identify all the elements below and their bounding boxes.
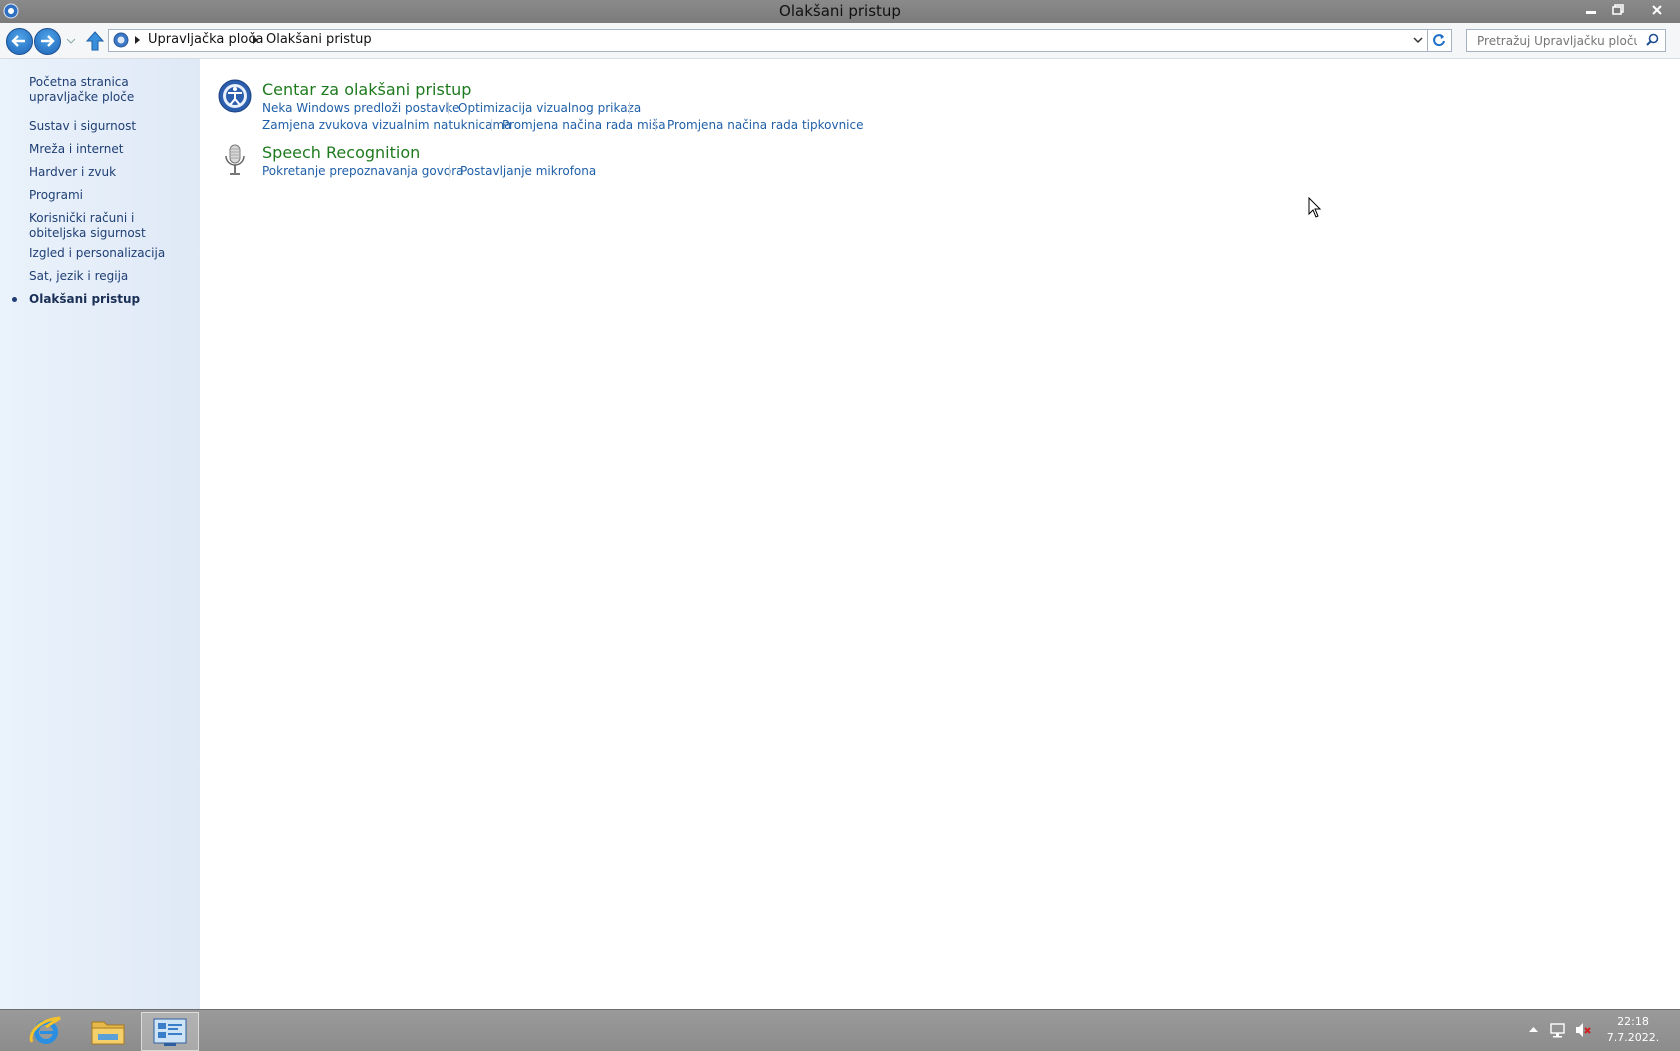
link-set-up-microphone[interactable]: Postavljanje mikrofona — [460, 164, 596, 178]
category-title-ease-of-access-center[interactable]: Centar za olakšani pristup — [262, 80, 471, 99]
sidebar-item-clock-language-region[interactable]: Sat, jezik i regija — [29, 269, 194, 284]
link-change-keyboard-settings[interactable]: Promjena načina rada tipkovnice — [667, 118, 864, 132]
search-input[interactable] — [1475, 32, 1639, 50]
clock-date: 7.7.2022. — [1606, 1031, 1660, 1044]
sidebar-item-appearance[interactable]: Izgled i personalizacija — [29, 246, 194, 261]
sidebar-item-hardware-sound[interactable]: Hardver i zvuk — [29, 165, 194, 180]
ease-of-access-icon[interactable] — [218, 79, 252, 113]
back-arrow-icon — [11, 35, 25, 47]
maximize-button[interactable] — [1604, 0, 1631, 19]
address-history-dropdown-icon[interactable] — [1413, 36, 1423, 44]
taskbar: 22:18 7.7.2022. — [0, 1009, 1680, 1051]
clock-time: 22:18 — [1617, 1015, 1649, 1028]
volume-muted-icon[interactable] — [1574, 1022, 1592, 1038]
sidebar-item-control-panel-home[interactable]: Početna stranica upravljačke ploče — [29, 75, 194, 105]
title-bar: Olakšani pristup — [0, 0, 1680, 23]
current-item-bullet — [12, 297, 17, 302]
search-icon[interactable] — [1646, 33, 1659, 46]
link-start-speech-recognition[interactable]: Pokretanje prepoznavanja govora — [262, 164, 464, 178]
internet-explorer-icon — [29, 1016, 61, 1044]
link-separator — [449, 165, 450, 177]
control-panel-icon — [153, 1018, 187, 1046]
sidebar-item-user-accounts[interactable]: Korisnički računi i obiteljska sigurnost — [29, 211, 194, 241]
recent-locations-dropdown-icon[interactable] — [66, 36, 76, 46]
breadcrumb-control-panel[interactable]: Upravljačka ploča — [148, 32, 263, 47]
taskbar-control-panel[interactable] — [141, 1012, 199, 1051]
link-separator — [655, 119, 656, 131]
network-icon[interactable] — [1549, 1022, 1567, 1038]
navigation-bar: Upravljačka ploča Olakšani pristup — [0, 23, 1680, 59]
breadcrumb-ease-of-access[interactable]: Olakšani pristup — [266, 32, 372, 47]
main-content: Centar za olakšani pristup Neka Windows … — [200, 59, 1680, 1009]
minimize-icon — [1585, 10, 1596, 14]
link-separator — [629, 102, 630, 114]
up-arrow-icon[interactable] — [86, 31, 104, 51]
forward-arrow-icon — [41, 35, 55, 47]
show-hidden-icons-icon[interactable] — [1529, 1026, 1538, 1033]
close-icon — [1652, 4, 1662, 15]
minimize-button[interactable] — [1577, 0, 1604, 19]
taskbar-file-explorer[interactable] — [80, 1012, 136, 1049]
window-title: Olakšani pristup — [779, 2, 901, 20]
back-button[interactable] — [6, 28, 33, 55]
restore-icon — [1611, 4, 1624, 15]
control-panel-icon — [113, 32, 129, 48]
category-title-speech-recognition[interactable]: Speech Recognition — [262, 143, 420, 162]
link-optimize-visual-display[interactable]: Optimizacija vizualnog prikaza — [458, 101, 641, 115]
sidebar-item-network-internet[interactable]: Mreža i internet — [29, 142, 194, 157]
clock[interactable]: 22:18 7.7.2022. — [1598, 1014, 1668, 1046]
sidebar: Početna stranica upravljačke ploče Susta… — [0, 59, 200, 1009]
taskbar-internet-explorer[interactable] — [18, 1012, 74, 1049]
refresh-icon — [1433, 34, 1445, 47]
link-change-mouse-settings[interactable]: Promjena načina rada miša — [502, 118, 666, 132]
link-separator — [448, 102, 449, 114]
sidebar-item-programs[interactable]: Programi — [29, 188, 194, 203]
address-bar[interactable]: Upravljačka ploča Olakšani pristup — [108, 29, 1428, 52]
link-let-windows-suggest-settings[interactable]: Neka Windows predloži postavke — [262, 101, 459, 115]
search-box[interactable] — [1466, 29, 1666, 52]
sidebar-item-system-security[interactable]: Sustav i sigurnost — [29, 119, 194, 134]
file-explorer-icon — [91, 1021, 125, 1045]
microphone-icon[interactable] — [222, 143, 248, 177]
mouse-pointer-icon — [1308, 197, 1322, 218]
close-button[interactable] — [1641, 0, 1673, 19]
breadcrumb-separator-icon[interactable] — [253, 36, 258, 44]
link-separator — [491, 119, 492, 131]
forward-button[interactable] — [34, 28, 61, 55]
sidebar-item-ease-of-access[interactable]: Olakšani pristup — [29, 292, 194, 307]
link-replace-sounds-visual-cues[interactable]: Zamjena zvukova vizualnim natuknicama — [262, 118, 512, 132]
refresh-button[interactable] — [1428, 29, 1452, 52]
breadcrumb-separator-icon[interactable] — [135, 36, 140, 44]
